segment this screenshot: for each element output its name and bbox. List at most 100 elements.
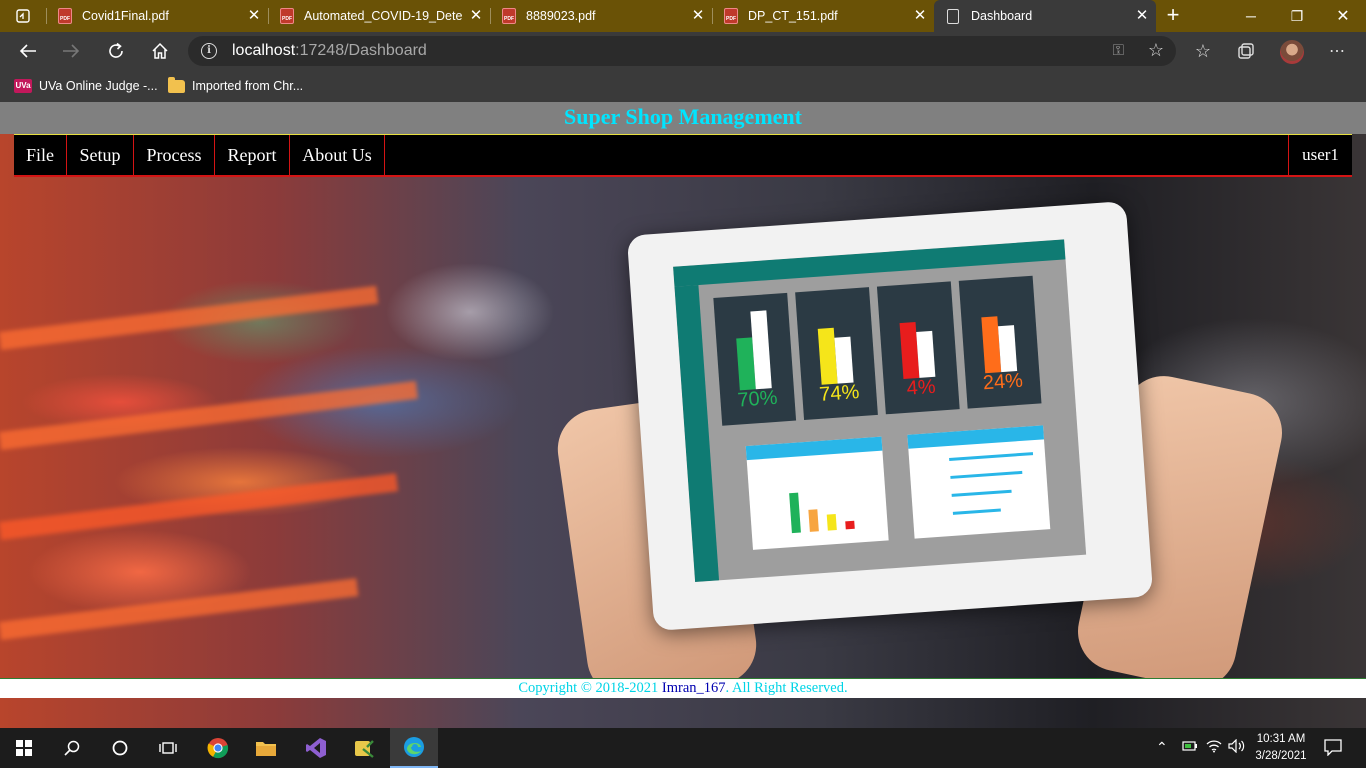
collections-button[interactable] xyxy=(1231,36,1261,66)
battery-icon[interactable] xyxy=(1182,739,1198,755)
bookmark-uva[interactable]: UVa UVa Online Judge -... xyxy=(14,76,158,96)
close-tab-icon[interactable]: ✕ xyxy=(468,8,484,24)
mini-hbar xyxy=(950,470,1023,479)
restore-button[interactable]: ❐ xyxy=(1274,0,1320,32)
tab-label: Automated_COVID-19_Detect xyxy=(304,9,462,23)
panel-header xyxy=(907,425,1045,449)
kpi-value: 4% xyxy=(905,375,937,400)
kpi-tile: 70% xyxy=(713,292,797,426)
bookmarks-bar: UVa UVa Online Judge -... Imported from … xyxy=(0,70,1366,102)
page-footer: Copyright © 2018-2021 Imran_167. All Rig… xyxy=(0,678,1366,698)
edge-taskbar-button[interactable] xyxy=(390,728,438,768)
cortana-button[interactable] xyxy=(96,728,144,768)
tab-separator xyxy=(490,8,491,24)
tab-dp-ct-151[interactable]: PDF DP_CT_151.pdf ✕ xyxy=(712,0,934,32)
home-button[interactable] xyxy=(144,36,176,66)
menu-setup[interactable]: Setup xyxy=(67,135,134,175)
bookmark-imported-folder[interactable]: Imported from Chr... xyxy=(168,76,303,96)
url-text: localhost:17248/Dashboard xyxy=(232,42,427,60)
tab-actions-icon xyxy=(16,9,30,23)
kpi-bar xyxy=(899,321,920,379)
menu-about-us[interactable]: About Us xyxy=(290,135,385,175)
panel-header xyxy=(745,436,883,461)
app-header: Super Shop Management xyxy=(0,102,1366,134)
mini-bar xyxy=(789,492,801,534)
close-tab-icon[interactable]: ✕ xyxy=(912,8,928,24)
tablet-sidebar xyxy=(674,285,720,582)
close-tab-icon[interactable]: ✕ xyxy=(246,8,262,24)
close-window-button[interactable]: ✕ xyxy=(1320,0,1366,32)
web-page: 70% 74% 4% 24% Super Shop Management Fil… xyxy=(0,102,1366,728)
show-hidden-icons-button[interactable]: ⌃ xyxy=(1156,739,1168,756)
menu-process[interactable]: Process xyxy=(134,135,215,175)
address-bar[interactable]: i localhost:17248/Dashboard ⚿ ☆ xyxy=(188,36,1176,66)
author-link[interactable]: Imran_167 xyxy=(662,680,726,696)
close-tab-icon[interactable]: ✕ xyxy=(690,8,706,24)
file-explorer-button[interactable] xyxy=(242,728,290,768)
visual-studio-button[interactable] xyxy=(292,728,340,768)
volume-icon[interactable] xyxy=(1228,738,1246,756)
new-tab-button[interactable]: + xyxy=(1160,4,1186,28)
chrome-taskbar-button[interactable] xyxy=(194,728,242,768)
kpi-tile: 24% xyxy=(958,275,1042,409)
taskbar-clock[interactable]: 10:31 AM 3/28/2021 xyxy=(1248,731,1314,765)
kpi-bar xyxy=(981,316,1002,374)
edge-icon xyxy=(404,737,424,757)
chrome-icon xyxy=(207,738,229,759)
mini-bar xyxy=(826,514,837,531)
cortana-icon xyxy=(112,740,128,756)
tab-actions-menu-button[interactable] xyxy=(0,0,46,32)
refresh-button[interactable] xyxy=(100,36,132,66)
add-favorite-icon[interactable]: ☆ xyxy=(1148,40,1164,61)
refresh-icon xyxy=(109,42,123,58)
search-button[interactable] xyxy=(48,728,96,768)
visual-studio-icon xyxy=(306,738,326,758)
tab-8889023[interactable]: PDF 8889023.pdf ✕ xyxy=(490,0,712,32)
clock-time: 10:31 AM xyxy=(1256,733,1306,745)
kpi-target-bar xyxy=(834,336,854,384)
mini-hbar xyxy=(952,508,1001,515)
collections-icon xyxy=(1238,43,1254,59)
top-out-of-shelf-panel xyxy=(907,425,1051,539)
user-menu[interactable]: user1 xyxy=(1288,135,1352,175)
app-taskbar-button[interactable] xyxy=(340,728,388,768)
task-view-icon xyxy=(159,742,177,754)
uva-icon: UVa xyxy=(14,79,32,93)
minimize-button[interactable]: ─ xyxy=(1228,0,1274,32)
menu-file[interactable]: File xyxy=(14,135,67,175)
settings-more-button[interactable]: ⋯ xyxy=(1322,36,1352,66)
key-icon[interactable]: ⚿ xyxy=(1113,42,1124,59)
start-button[interactable] xyxy=(0,728,48,768)
copyright-prefix: Copyright © 2018-2021 xyxy=(518,680,662,696)
bookmark-label: Imported from Chr... xyxy=(192,79,304,93)
kpi-bar xyxy=(817,327,838,385)
mini-bar xyxy=(845,520,855,530)
tab-automated-covid[interactable]: PDF Automated_COVID-19_Detect ✕ xyxy=(268,0,490,32)
forward-arrow-icon xyxy=(63,44,80,58)
profile-avatar[interactable] xyxy=(1280,40,1304,64)
kpi-tile: 4% xyxy=(876,281,960,415)
action-center-button[interactable] xyxy=(1324,738,1342,759)
pdf-icon: PDF xyxy=(58,8,72,24)
tab-label: Covid1Final.pdf xyxy=(82,9,169,23)
kpi-target-bar xyxy=(916,330,936,378)
document-icon xyxy=(947,8,959,24)
back-button[interactable] xyxy=(12,36,44,66)
planogram-panel xyxy=(745,436,889,550)
forward-button[interactable] xyxy=(55,36,87,66)
kpi-target-bar xyxy=(998,325,1018,373)
windows-logo-icon xyxy=(16,740,32,756)
tab-separator xyxy=(46,8,47,24)
site-info-icon[interactable]: i xyxy=(201,43,217,59)
task-view-button[interactable] xyxy=(144,728,192,768)
wifi-icon[interactable] xyxy=(1206,739,1222,756)
tab-label: DP_CT_151.pdf xyxy=(748,9,838,23)
tab-dashboard[interactable]: Dashboard ✕ xyxy=(934,0,1156,32)
menu-report[interactable]: Report xyxy=(215,135,290,175)
more-icon: ⋯ xyxy=(1329,43,1345,60)
clock-date: 3/28/2021 xyxy=(1255,750,1307,762)
tab-covid1final[interactable]: PDF Covid1Final.pdf ✕ xyxy=(46,0,268,32)
favorites-button[interactable]: ☆ xyxy=(1188,36,1218,66)
close-tab-icon[interactable]: ✕ xyxy=(1134,8,1150,24)
kpi-tile: 74% xyxy=(795,287,878,421)
